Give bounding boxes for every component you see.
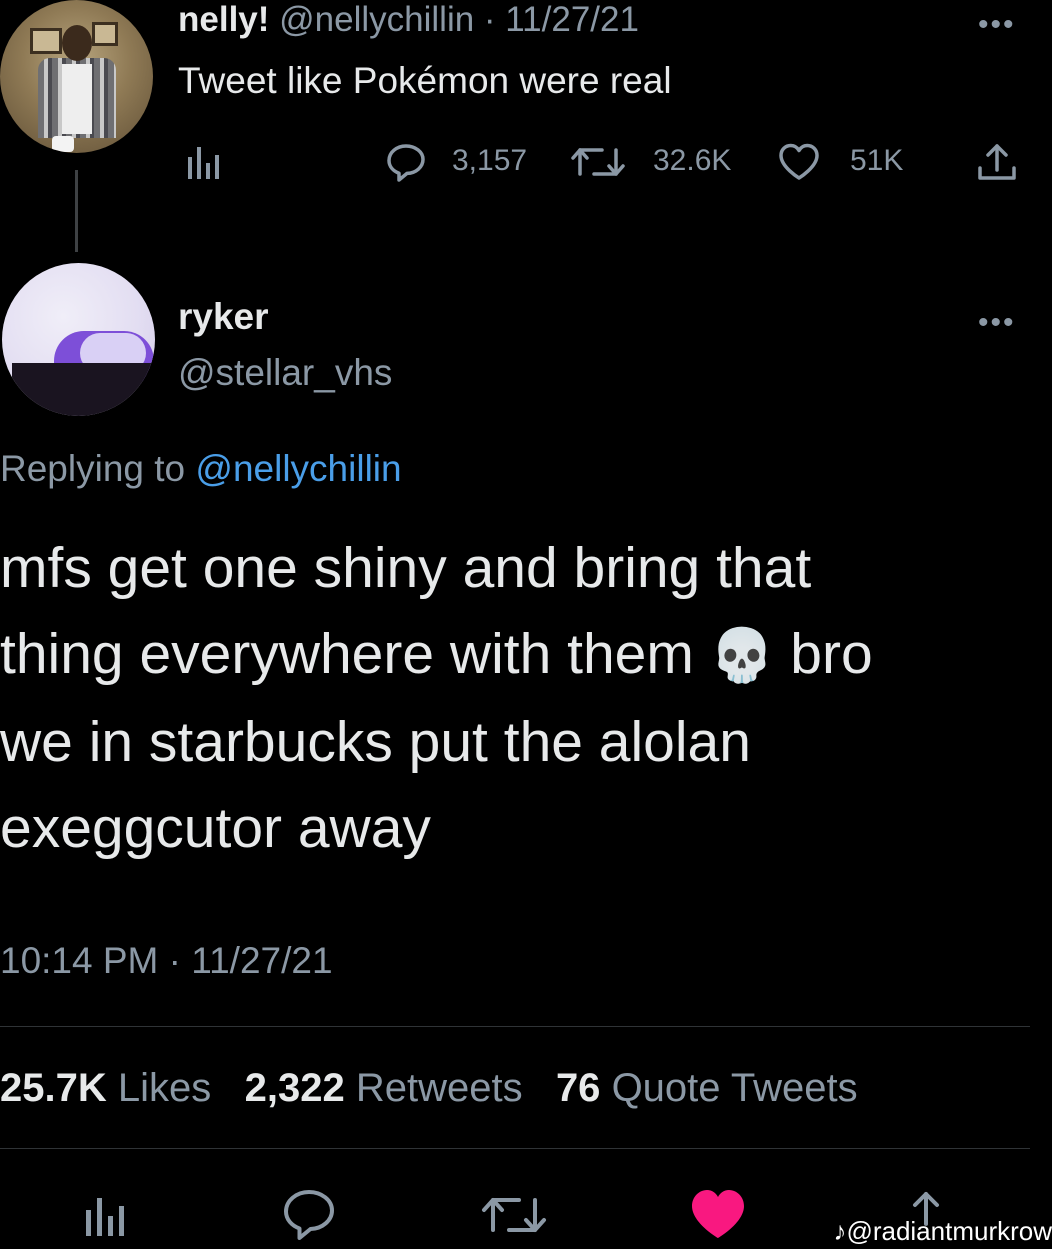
- replying-to-handle[interactable]: @nellychillin: [195, 448, 401, 489]
- divider-bottom: [0, 1148, 1030, 1149]
- avatar-nelly[interactable]: [0, 0, 153, 153]
- parent-share-icon[interactable]: [974, 140, 1020, 184]
- reply-more-icon[interactable]: •••: [978, 308, 1016, 338]
- reply-timestamp[interactable]: 10:14 PM · 11/27/21: [0, 940, 333, 982]
- parent-retweet-count: 32.6K: [653, 144, 732, 177]
- parent-like-count: 51K: [850, 144, 904, 177]
- reply-text-line: mfs get one shiny and bring that: [0, 536, 812, 600]
- parent-handle-date[interactable]: @nellychillin · 11/27/21: [279, 0, 639, 39]
- replying-to: Replying to @nellychillin: [0, 448, 402, 490]
- tiktok-logo-icon: ♪: [833, 1216, 847, 1246]
- reply-tweet-text: mfs get one shiny and bring that thing e…: [0, 525, 1040, 871]
- reply-icon[interactable]: [280, 1186, 338, 1242]
- tiktok-watermark: ♪@radiantmurkrow: [833, 1216, 1052, 1247]
- engagement-stats: 25.7K Likes 2,322 Retweets 76 Quote Twee…: [0, 1066, 858, 1111]
- avatar-ryker[interactable]: [2, 263, 155, 416]
- parent-reply-icon[interactable]: [384, 140, 428, 184]
- thread-connector: [75, 170, 78, 252]
- parent-analytics-icon[interactable]: [182, 143, 224, 183]
- reply-text-line: thing everywhere with them 💀 bro: [0, 622, 873, 686]
- parent-more-icon[interactable]: •••: [978, 10, 1016, 40]
- likes-stat[interactable]: 25.7K Likes: [0, 1066, 211, 1110]
- parent-tweet-header: nelly! @nellychillin · 11/27/21: [178, 0, 639, 40]
- analytics-icon[interactable]: [80, 1190, 130, 1240]
- reply-text-line: we in starbucks put the alolan: [0, 710, 751, 774]
- reply-display-name[interactable]: ryker: [178, 296, 269, 338]
- reply-text-line: exeggcutor away: [0, 796, 431, 860]
- skull-emoji: 💀: [709, 627, 775, 685]
- divider-top: [0, 1026, 1030, 1027]
- heart-icon[interactable]: [688, 1186, 748, 1242]
- parent-heart-icon[interactable]: [776, 140, 822, 184]
- parent-retweet-icon[interactable]: [570, 140, 626, 184]
- reply-handle[interactable]: @stellar_vhs: [178, 352, 392, 394]
- parent-tweet-text: Tweet like Pokémon were real: [178, 60, 672, 101]
- parent-reply-count: 3,157: [452, 144, 528, 177]
- parent-display-name[interactable]: nelly!: [178, 0, 269, 39]
- quote-tweets-stat[interactable]: 76 Quote Tweets: [556, 1066, 858, 1110]
- retweet-icon[interactable]: [480, 1188, 548, 1240]
- replying-to-label: Replying to: [0, 448, 186, 489]
- watermark-handle: @radiantmurkrow: [846, 1216, 1052, 1246]
- retweets-stat[interactable]: 2,322 Retweets: [245, 1066, 523, 1110]
